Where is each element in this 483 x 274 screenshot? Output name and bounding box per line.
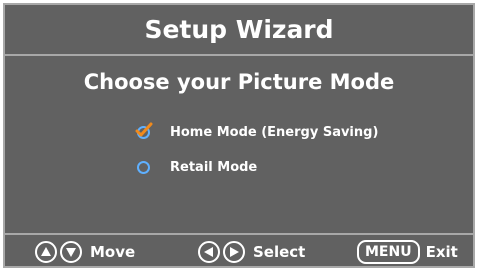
title-divider <box>5 54 473 56</box>
menu-key-badge: MENU <box>357 240 420 264</box>
select-label: Select <box>253 243 306 261</box>
footer-hints: Move Select MENU Exit <box>5 235 473 268</box>
option-retail-mode[interactable]: Retail Mode <box>133 157 257 177</box>
picture-mode-heading: Choose your Picture Mode <box>83 70 395 94</box>
radio-retail-mode[interactable] <box>133 157 153 177</box>
setup-wizard-screen: Setup Wizard Choose your Picture Mode Ho… <box>3 3 475 268</box>
option-home-mode[interactable]: Home Mode (Energy Saving) <box>133 122 378 142</box>
move-hint: Move <box>35 240 135 264</box>
radio-home-mode[interactable] <box>133 122 153 142</box>
arrow-down-icon <box>60 241 82 263</box>
select-hint: Select <box>198 240 305 264</box>
arrow-up-icon <box>35 241 57 263</box>
option-label: Retail Mode <box>170 159 258 175</box>
move-label: Move <box>90 243 136 261</box>
exit-hint: MENU Exit <box>357 240 458 264</box>
check-icon <box>135 122 153 137</box>
option-label: Home Mode (Energy Saving) <box>170 124 379 140</box>
arrow-left-icon <box>198 241 220 263</box>
page-title: Setup Wizard <box>144 15 334 44</box>
exit-label: Exit <box>425 243 458 261</box>
arrow-right-icon <box>223 241 245 263</box>
